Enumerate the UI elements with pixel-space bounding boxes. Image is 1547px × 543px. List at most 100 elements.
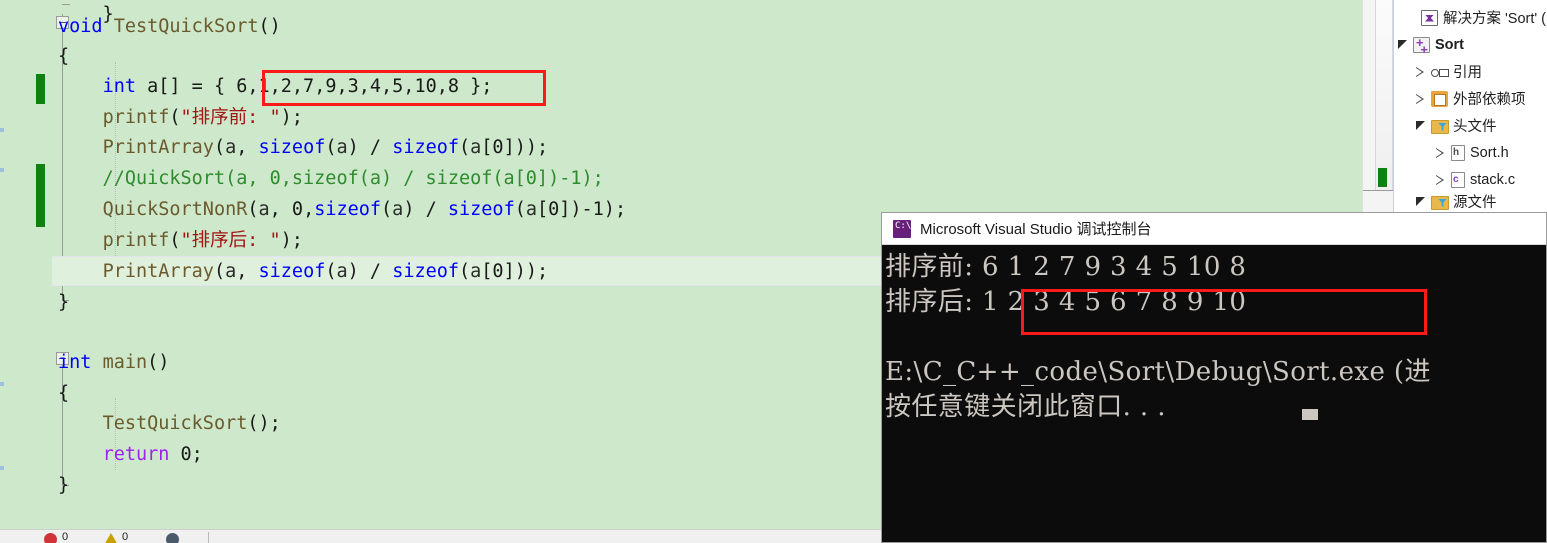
code-token: a [258,199,270,220]
code-token: [0])); [481,261,549,282]
code-line: PrintArray(a, sizeof(a) / sizeof(a[0])); [0,133,1362,163]
code-line-text: int main() [58,348,169,378]
solution-explorer-item[interactable]: 外部依赖项 [1394,85,1547,112]
solution-explorer-item-label: 引用 [1453,65,1482,81]
code-token: sizeof [314,199,382,220]
code-token: ) / [347,137,393,158]
code-token: ( [459,261,471,282]
code-token: ( [381,199,393,220]
tree-expand-arrow-closed[interactable] [1436,147,1445,158]
code-token: QuickSortNonR [102,199,248,220]
code-token: a [225,261,237,282]
code-token: int [58,352,92,373]
solution-explorer-item[interactable]: 头文件 [1394,112,1547,139]
scrollbar-bottom-divider [1363,190,1394,191]
console-block-cursor [1302,409,1318,420]
code-token: ( [514,199,526,220]
debug-console-window[interactable]: Microsoft Visual Studio 调试控制台 排序前: 6 1 2… [881,212,1547,543]
code-token: printf [102,107,170,128]
code-token: return [102,444,170,465]
code-token: a [470,137,482,158]
code-line: int a[] = { 6,1,2,7,9,3,4,5,10,8 }; [0,72,1362,102]
code-token: ); [280,107,303,128]
code-line-text: } [58,288,69,318]
code-line-text: { [58,379,69,409]
code-token: ( [169,107,181,128]
code-token: () [147,352,170,373]
code-token: } [58,475,70,496]
code-token: ( [325,261,337,282]
solution-explorer-item-label: 解决方案 'Sort' ( [1443,11,1547,27]
console-line: 排序前: 6 1 2 7 9 3 4 5 10 8 [885,252,1247,282]
code-line-text: printf("排序前: "); [58,103,303,133]
vertical-scrollbar[interactable] [1375,0,1393,190]
code-token: a[] = { [135,76,237,97]
code-token: [0])-1); [536,199,627,220]
references-icon [1431,64,1449,80]
code-token: ); [280,230,303,251]
code-token: ( [325,137,337,158]
code-token: sizeof [258,261,326,282]
filter-folder-icon [1431,118,1449,134]
code-line-text: TestQuickSort(); [58,409,281,439]
console-title-text: Microsoft Visual Studio 调试控制台 [920,221,1152,238]
tree-expand-arrow-open[interactable] [1416,121,1425,130]
code-token: { [58,46,70,67]
filter-folder-icon [1431,194,1449,210]
code-token: , [236,261,259,282]
code-token: TestQuickSort [113,16,259,37]
code-token: TestQuickSort [102,413,248,434]
code-line: //QuickSort(a, 0,sizeof(a) / sizeof(a[0]… [0,164,1362,194]
tree-expand-arrow-open[interactable] [1398,40,1407,49]
code-token: a [225,137,237,158]
warning-icon [104,533,118,543]
code-line-text: printf("排序后: "); [58,226,303,256]
tree-expand-arrow-open[interactable] [1416,197,1425,206]
tree-expand-arrow-closed[interactable] [1416,93,1425,104]
code-line: { [0,42,1362,72]
code-token: ( [169,230,181,251]
code-token: PrintArray [102,261,214,282]
error-icon [44,533,57,543]
code-token: sizeof [392,261,460,282]
solution-explorer-item[interactable]: 解决方案 'Sort' ( [1394,4,1547,31]
external-deps-icon [1431,90,1448,107]
code-line: printf("排序前: "); [0,103,1362,133]
tree-expand-arrow-closed[interactable] [1436,174,1445,185]
c-file-icon: c [1451,171,1465,188]
header-file-icon: h [1451,144,1465,161]
code-token: int [102,76,136,97]
code-line: void TestQuickSort() [0,12,1362,42]
console-title-bar[interactable]: Microsoft Visual Studio 调试控制台 [882,213,1546,245]
tree-expand-arrow-closed[interactable] [1416,66,1425,77]
solution-explorer-item[interactable]: 源文件 [1394,188,1547,215]
code-token: [0])); [481,137,549,158]
project-icon [1413,35,1430,57]
solution-explorer-item-label: 外部依赖项 [1453,92,1526,108]
code-token: (); [247,413,281,434]
solution-explorer-item[interactable]: 引用 [1394,58,1547,85]
solution-explorer-item[interactable]: Sort [1394,31,1547,58]
code-token: , [303,199,315,220]
solution-explorer-item-label: Sort.h [1470,144,1509,161]
solution-explorer-item-label: 头文件 [1453,119,1497,135]
solution-explorer-item[interactable]: h Sort.h [1394,139,1547,166]
code-line-text: //QuickSort(a, 0,sizeof(a) / sizeof(a[0]… [58,164,604,194]
console-app-icon [893,219,911,238]
code-token: sizeof [392,137,460,158]
code-line-text: } [58,471,69,501]
code-token: //QuickSort(a, 0,sizeof(a) / sizeof(a[0]… [58,168,604,189]
code-token: "排序前: " [180,107,281,128]
visual-studio-screenshot: } void TestQuickSort() { int a[] = { 6,1,2… [0,0,1547,543]
code-token: ( [247,199,259,220]
code-token: "排序后: " [180,230,281,251]
